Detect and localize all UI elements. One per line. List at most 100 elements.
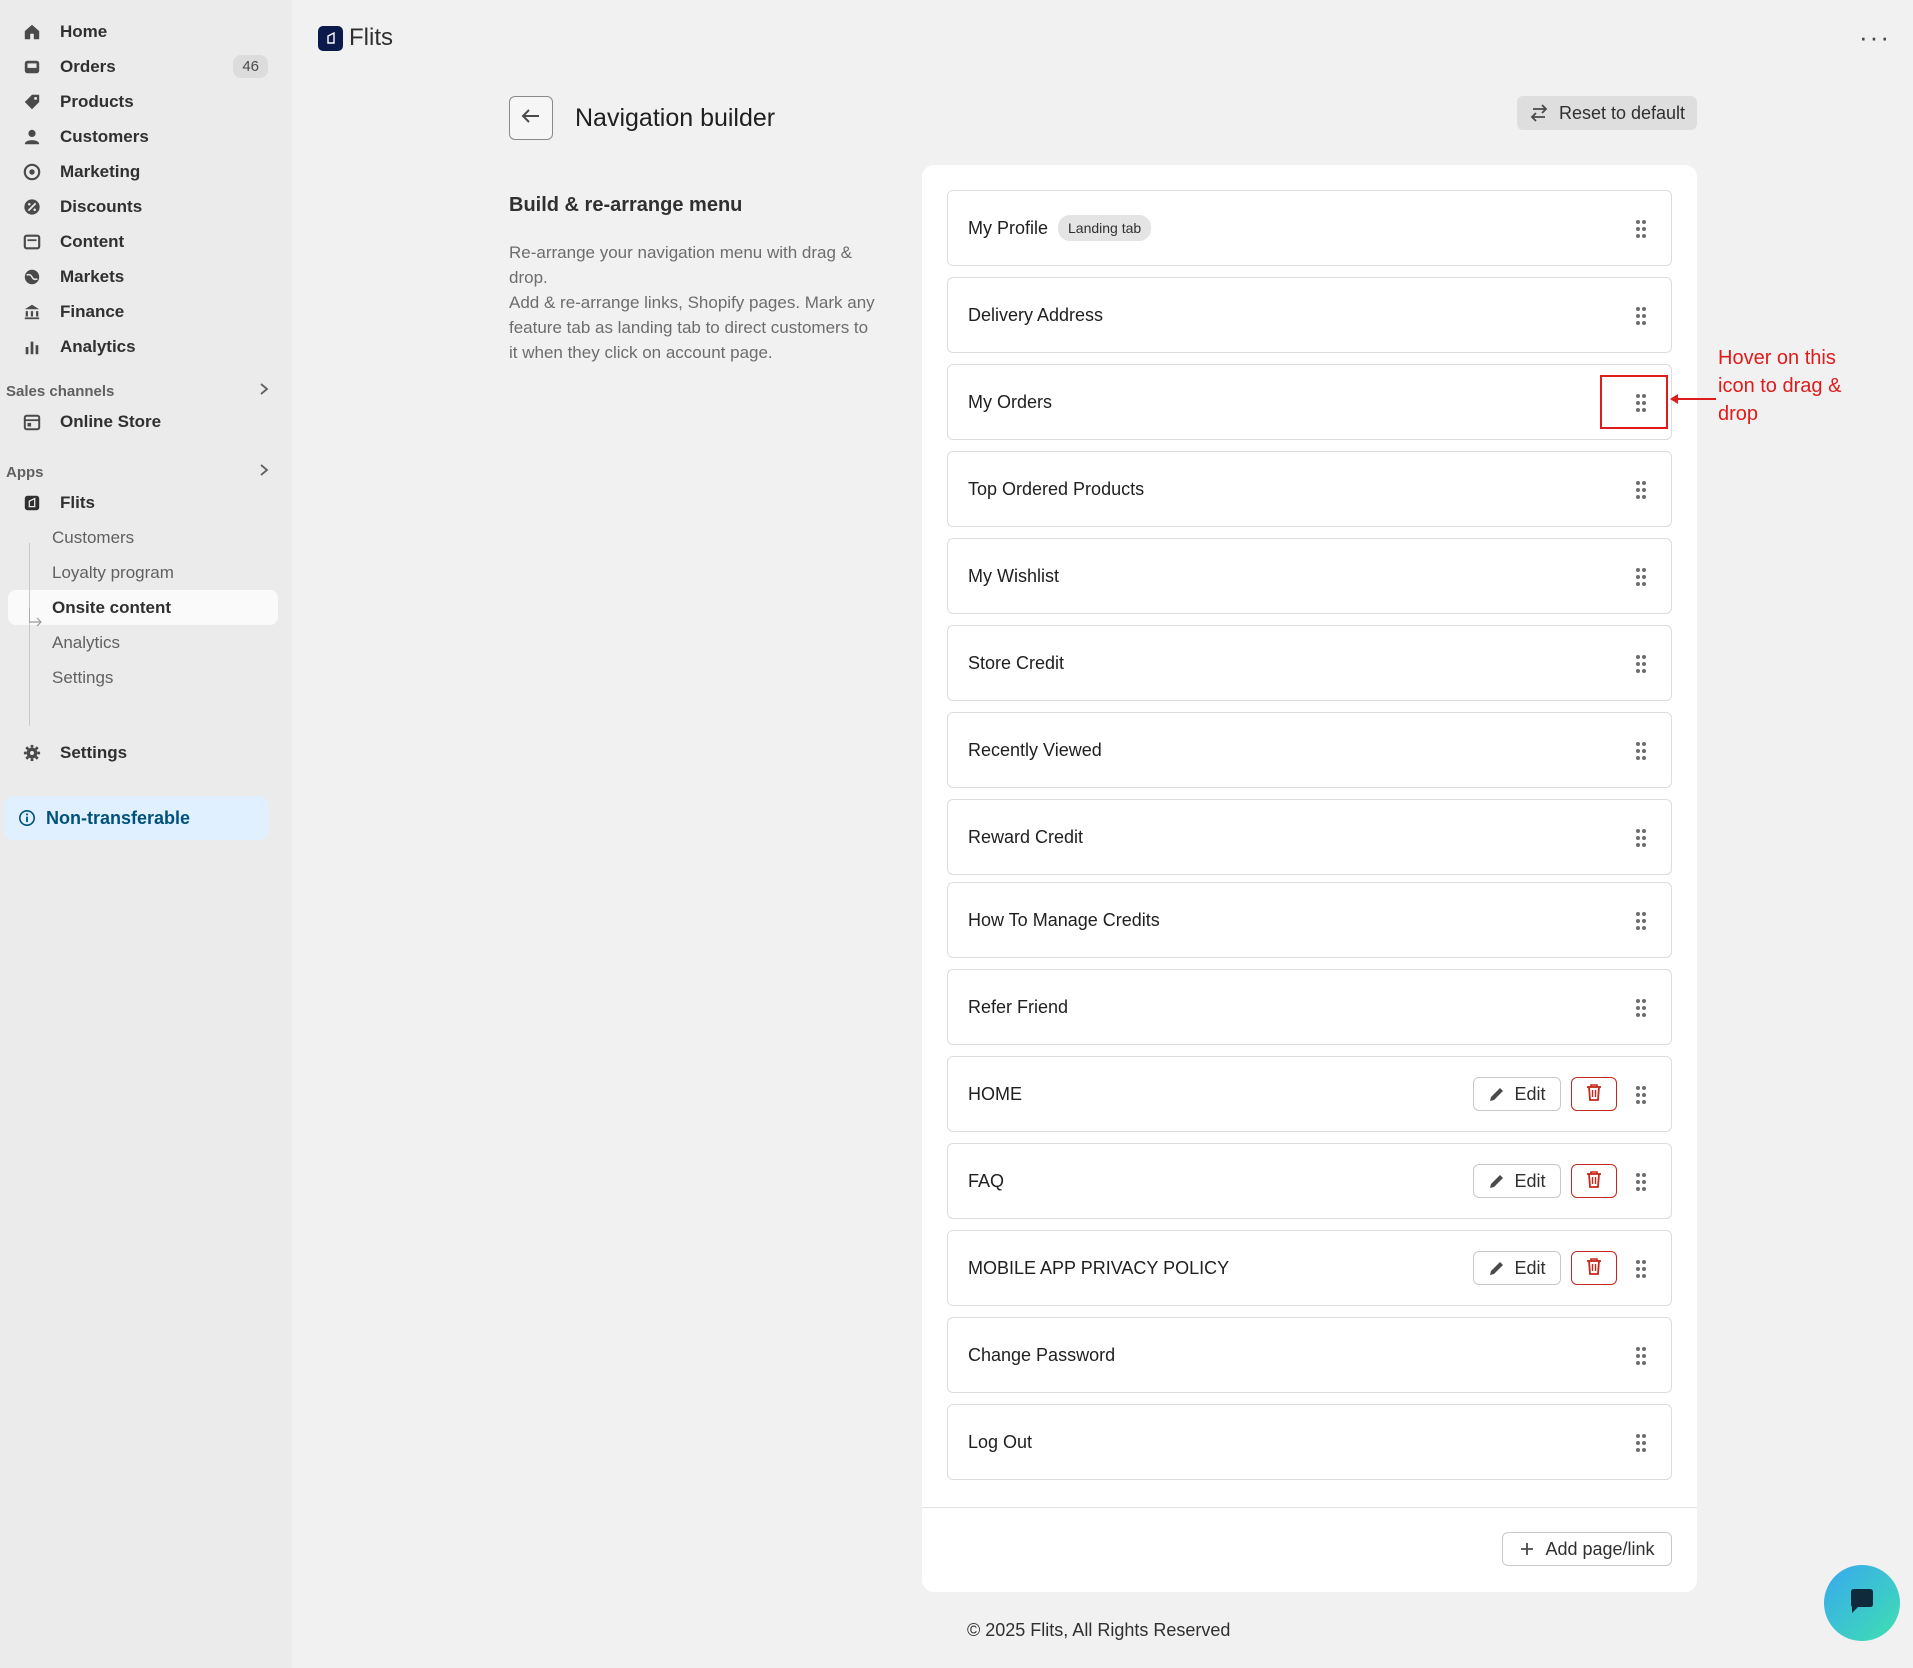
- drag-handle-icon[interactable]: [1635, 567, 1647, 587]
- menu-item-row[interactable]: My Orders: [947, 364, 1672, 440]
- trash-icon: [1586, 1257, 1602, 1280]
- sidebar-item-label: Flits: [60, 492, 95, 512]
- chevron-right-icon: [258, 382, 270, 400]
- discount-icon: [22, 197, 42, 217]
- edit-label: Edit: [1514, 1083, 1546, 1104]
- drag-handle-icon[interactable]: [1635, 741, 1647, 761]
- menu-item-row[interactable]: Top Ordered Products: [947, 451, 1672, 527]
- sidebar-item-settings[interactable]: Settings: [8, 735, 278, 770]
- tree-line: [29, 543, 30, 726]
- sidebar-item-label: Marketing: [60, 161, 141, 181]
- sidebar-item-orders[interactable]: Orders 46: [8, 49, 278, 84]
- sidebar-item-customers[interactable]: Customers: [8, 119, 278, 154]
- menu-item-row[interactable]: Reward Credit: [947, 799, 1672, 875]
- globe-icon: [22, 267, 42, 287]
- menu-item-row[interactable]: FAQ Edit: [947, 1143, 1672, 1219]
- menu-item-row[interactable]: My Profile Landing tab: [947, 190, 1672, 266]
- menu-item-row[interactable]: How To Manage Credits: [947, 882, 1672, 958]
- page-title: Navigation builder: [575, 104, 776, 132]
- back-button[interactable]: [509, 96, 553, 140]
- drag-handle-icon[interactable]: [1635, 1346, 1647, 1366]
- menu-item-row[interactable]: Log Out: [947, 1404, 1672, 1480]
- sidebar-item-marketing[interactable]: Marketing: [8, 154, 278, 189]
- delete-button[interactable]: [1571, 1164, 1617, 1198]
- delete-button[interactable]: [1571, 1077, 1617, 1111]
- menu-item-row[interactable]: Refer Friend: [947, 969, 1672, 1045]
- description-line: Re-arrange your navigation menu with dra…: [509, 243, 853, 287]
- sidebar-item-label: Customers: [60, 126, 149, 146]
- edit-button[interactable]: Edit: [1473, 1251, 1561, 1285]
- drag-handle-icon[interactable]: [1635, 911, 1647, 931]
- sidebar-item-discounts[interactable]: Discounts: [8, 189, 278, 224]
- drag-handle-icon[interactable]: [1635, 306, 1647, 326]
- sidebar-item-flits[interactable]: Flits: [8, 485, 278, 520]
- sidebar-item-label: Online Store: [60, 411, 162, 431]
- menu-item-label: Change Password: [968, 1344, 1116, 1365]
- home-icon: [22, 22, 42, 42]
- menu-item-row[interactable]: My Wishlist: [947, 538, 1672, 614]
- delete-button[interactable]: [1571, 1251, 1617, 1285]
- menu-item-row[interactable]: HOME Edit: [947, 1056, 1672, 1132]
- sidebar-subitem-customers[interactable]: Customers: [8, 520, 278, 555]
- sidebar-subitem-onsite-content[interactable]: Onsite content: [8, 590, 278, 625]
- sidebar-subitem-loyalty-program[interactable]: Loyalty program: [8, 555, 278, 590]
- drag-handle-icon[interactable]: [1635, 654, 1647, 674]
- drag-handle-icon[interactable]: [1635, 828, 1647, 848]
- menu-item-label: Refer Friend: [968, 996, 1069, 1017]
- pencil-icon: [1488, 1172, 1506, 1190]
- chart-icon: [22, 337, 42, 357]
- description-line: Add & re-arrange links, Shopify pages. M…: [509, 293, 875, 362]
- drag-handle-icon[interactable]: [1635, 1085, 1647, 1105]
- drag-handle-icon[interactable]: [1635, 480, 1647, 500]
- menu-item-label: Delivery Address: [968, 304, 1104, 325]
- sidebar-subitem-settings[interactable]: Settings: [8, 660, 278, 695]
- sidebar-item-markets[interactable]: Markets: [8, 259, 278, 294]
- menu-item-row[interactable]: Store Credit: [947, 625, 1672, 701]
- sidebar-item-analytics[interactable]: Analytics: [8, 329, 278, 364]
- menu-item-row[interactable]: Delivery Address: [947, 277, 1672, 353]
- drag-handle-icon[interactable]: [1635, 1433, 1647, 1453]
- plus-icon: [1519, 1541, 1535, 1557]
- reset-to-default-button[interactable]: Reset to default: [1517, 96, 1697, 130]
- drag-handle-icon[interactable]: [1635, 219, 1647, 239]
- drag-handle-icon[interactable]: [1635, 1259, 1647, 1279]
- add-page-link-button[interactable]: Add page/link: [1502, 1532, 1672, 1566]
- sidebar-item-home[interactable]: Home: [8, 14, 278, 49]
- more-options-icon[interactable]: ···: [1859, 22, 1891, 53]
- sidebar-item-label: Finance: [60, 301, 125, 321]
- sidebar-item-label: Settings: [60, 742, 128, 762]
- edit-button[interactable]: Edit: [1473, 1164, 1561, 1198]
- content-icon: [22, 232, 42, 252]
- trash-icon: [1586, 1170, 1602, 1193]
- person-icon: [22, 127, 42, 147]
- menu-item-row[interactable]: Change Password: [947, 1317, 1672, 1393]
- menu-item-label: My Wishlist: [968, 565, 1059, 586]
- drag-handle-icon[interactable]: [1635, 998, 1647, 1018]
- menu-item-label: MOBILE APP PRIVACY POLICY: [968, 1257, 1230, 1278]
- landing-tab-badge: Landing tab: [1058, 215, 1152, 241]
- sidebar-item-online-store[interactable]: Online Store: [8, 404, 278, 439]
- edit-label: Edit: [1514, 1170, 1546, 1191]
- edit-button[interactable]: Edit: [1473, 1077, 1561, 1111]
- bank-icon: [22, 302, 42, 322]
- sidebar-item-content[interactable]: Content: [8, 224, 278, 259]
- flits-app-icon: [22, 493, 42, 513]
- sidebar-item-products[interactable]: Products: [8, 84, 278, 119]
- menu-item-row[interactable]: Recently Viewed: [947, 712, 1672, 788]
- non-transferable-banner[interactable]: Non-transferable: [4, 796, 269, 840]
- pencil-icon: [1488, 1259, 1506, 1277]
- menu-item-row[interactable]: MOBILE APP PRIVACY POLICY Edit: [947, 1230, 1672, 1306]
- non-transferable-label: Non-transferable: [46, 807, 191, 828]
- sidebar-item-finance[interactable]: Finance: [8, 294, 278, 329]
- chat-launcher-button[interactable]: [1824, 1565, 1900, 1641]
- gear-icon: [22, 743, 42, 763]
- drag-handle-icon[interactable]: [1635, 1172, 1647, 1192]
- store-icon: [22, 412, 42, 432]
- description-title: Build & re-arrange menu: [509, 194, 743, 216]
- chat-bubble-icon: [1847, 1586, 1877, 1621]
- sales-channels-section[interactable]: Sales channels: [6, 378, 270, 404]
- app-name: Flits: [349, 24, 393, 51]
- apps-section[interactable]: Apps: [6, 459, 270, 485]
- sidebar-subitem-analytics[interactable]: Analytics: [8, 625, 278, 660]
- tree-branch-arrow-icon: [29, 608, 42, 627]
